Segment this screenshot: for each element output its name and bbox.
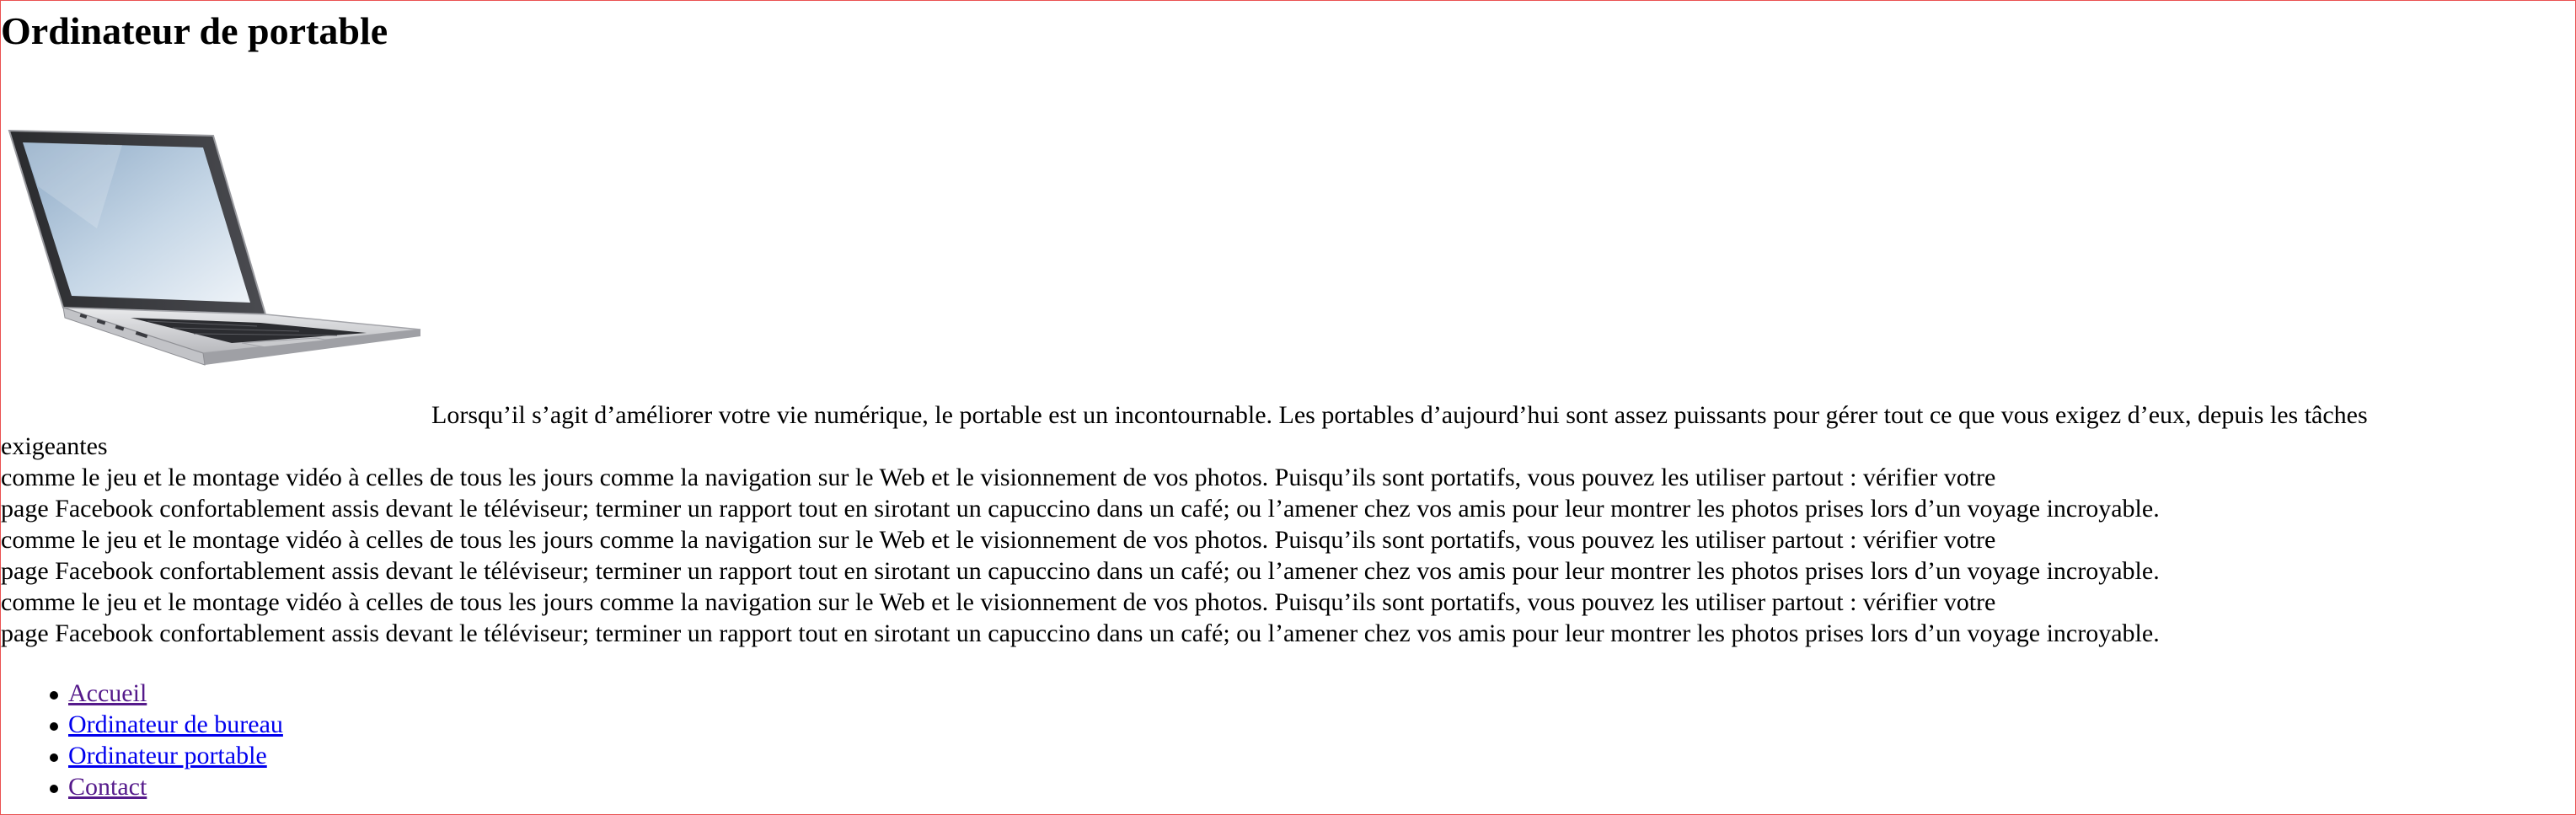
paragraph-line: Lorsqu’il s’agit d’améliorer votre vie n… <box>431 401 2368 429</box>
nav-item-ordinateur-portable: Ordinateur portable <box>1 740 283 771</box>
page-title: Ordinateur de portable <box>1 9 388 52</box>
bullet-icon <box>50 753 58 762</box>
nav-item-accueil: Accueil <box>1 678 283 709</box>
page-frame: Ordinateur de portable Lorsqu’il s’agit … <box>0 0 2576 815</box>
bullet-icon <box>50 722 58 731</box>
paragraph-line: comme le jeu et le montage vidéo à celle… <box>1 526 1996 554</box>
paragraph-line: exigeantes <box>1 432 108 460</box>
paragraph-line: comme le jeu et le montage vidéo à celle… <box>1 464 1996 491</box>
navigation-list: Accueil Ordinateur de bureau Ordinateur … <box>1 678 283 802</box>
nav-link-contact[interactable]: Contact <box>68 773 147 801</box>
bullet-icon <box>50 691 58 700</box>
paragraph-line: comme le jeu et le montage vidéo à celle… <box>1 588 1996 616</box>
bullet-icon <box>50 785 58 793</box>
paragraph-line: page Facebook confortablement assis deva… <box>1 557 2160 585</box>
paragraph-line: page Facebook confortablement assis deva… <box>1 619 2160 647</box>
paragraph-line: page Facebook confortablement assis deva… <box>1 495 2160 523</box>
article-text: Lorsqu’il s’agit d’améliorer votre vie n… <box>1 399 2529 649</box>
nav-item-contact: Contact <box>1 771 283 802</box>
nav-link-ordinateur-de-bureau[interactable]: Ordinateur de bureau <box>68 710 283 738</box>
laptop-image <box>8 129 421 366</box>
nav-item-ordinateur-de-bureau: Ordinateur de bureau <box>1 709 283 740</box>
nav-link-ordinateur-portable[interactable]: Ordinateur portable <box>68 742 267 769</box>
nav-link-accueil[interactable]: Accueil <box>68 679 147 707</box>
